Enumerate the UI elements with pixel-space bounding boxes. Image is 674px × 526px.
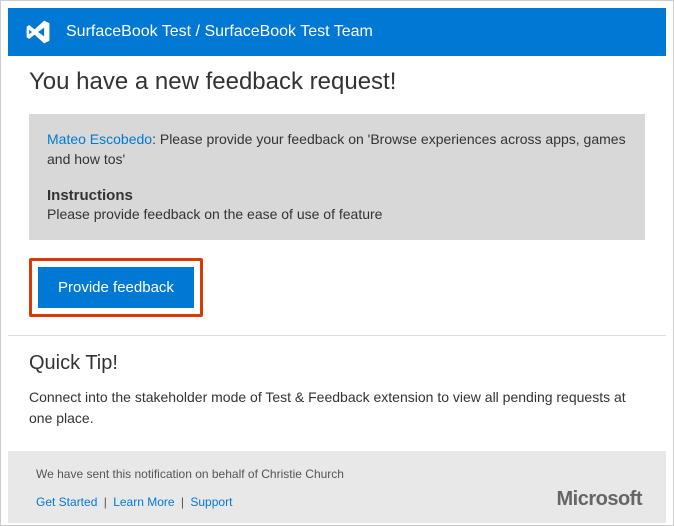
microsoft-logo: Microsoft [557,488,643,511]
page-title: You have a new feedback request! [29,68,645,96]
instructions-label: Instructions [47,187,627,204]
header-title: SurfaceBook Test / SurfaceBook Test Team [66,23,373,41]
footer-note-prefix: We have sent this notification on behalf… [36,467,261,481]
quick-tip-text: Connect into the stakeholder mode of Tes… [29,387,645,429]
link-separator: | [104,495,107,509]
vs-logo-icon [24,18,52,46]
instructions-text: Please provide feedback on the ease of u… [47,206,627,222]
request-message: Mateo Escobedo: Please provide your feed… [47,130,627,169]
quick-tip-title: Quick Tip! [29,352,645,375]
get-started-link[interactable]: Get Started [36,495,97,509]
provide-feedback-highlight: Provide feedback [29,258,203,317]
provide-feedback-button[interactable]: Provide feedback [38,267,194,308]
support-link[interactable]: Support [190,495,232,509]
footer-links: Get Started | Learn More | Support [36,495,638,509]
learn-more-link[interactable]: Learn More [113,495,174,509]
footer: We have sent this notification on behalf… [8,451,666,523]
request-sender: Mateo Escobedo [47,131,152,147]
footer-note: We have sent this notification on behalf… [36,467,638,481]
link-separator: | [181,495,184,509]
quick-tip-section: Quick Tip! Connect into the stakeholder … [1,336,673,451]
feedback-request-box: Mateo Escobedo: Please provide your feed… [29,114,645,240]
header-bar: SurfaceBook Test / SurfaceBook Test Team [8,8,666,56]
footer-on-behalf-of: Christie Church [261,467,344,481]
main-content: You have a new feedback request! Mateo E… [1,56,673,335]
